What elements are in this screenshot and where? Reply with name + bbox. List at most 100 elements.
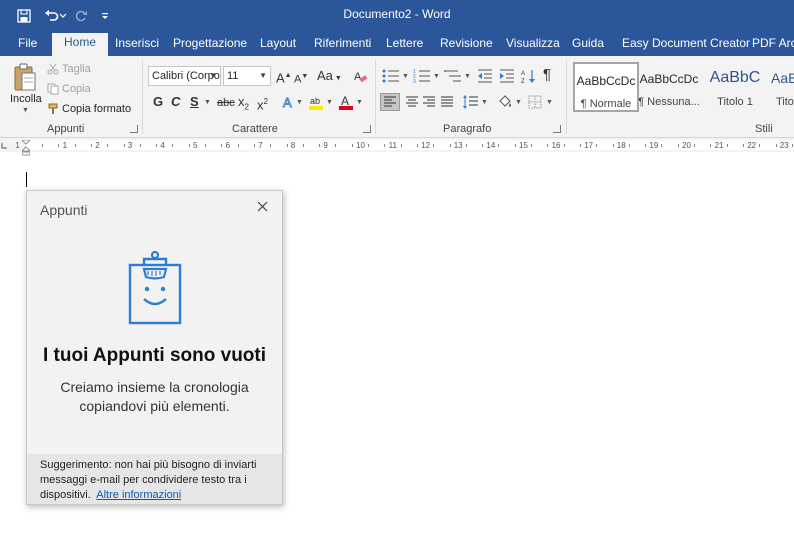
ruler-tick bbox=[74, 144, 76, 147]
style-no-spacing[interactable]: AaBbCcDc ¶ Nessuna... bbox=[636, 62, 702, 112]
tab-pdf-architect[interactable]: PDF Arch bbox=[752, 35, 794, 56]
style-normal[interactable]: AaBbCcDc ¶ Normale bbox=[573, 62, 639, 112]
font-name-combo[interactable]: Calibri (Corpo ▼ bbox=[148, 66, 221, 86]
tab-lettere[interactable]: Lettere bbox=[386, 35, 423, 56]
paste-icon[interactable] bbox=[10, 62, 40, 94]
ruler-tick bbox=[400, 144, 402, 147]
learn-more-link[interactable]: Altre informazioni bbox=[96, 489, 181, 501]
tab-selector-icon[interactable] bbox=[0, 141, 8, 149]
group-label-font: Carattere bbox=[232, 123, 278, 135]
superscript-button[interactable]: x2 bbox=[257, 94, 268, 113]
ruler-number: 6 bbox=[225, 141, 231, 150]
ruler-tick bbox=[107, 144, 109, 147]
indent-marker-icon[interactable] bbox=[21, 139, 31, 156]
cut-button[interactable]: Taglia bbox=[62, 63, 91, 75]
ruler-tick bbox=[628, 144, 630, 147]
copy-button[interactable]: Copia bbox=[62, 83, 91, 95]
bullets-icon[interactable] bbox=[381, 68, 401, 84]
tab-easy-document-creator[interactable]: Easy Document Creator bbox=[622, 35, 750, 56]
empty-heading: I tuoi Appunti sono vuoti bbox=[42, 345, 267, 366]
align-left-icon[interactable] bbox=[380, 93, 400, 111]
font-size-combo[interactable]: 11 ▼ bbox=[223, 66, 271, 86]
ruler-number: 11 bbox=[388, 141, 397, 150]
shading-icon[interactable] bbox=[496, 93, 514, 111]
font-color-icon[interactable]: A bbox=[337, 93, 354, 111]
chevron-down-icon[interactable]: ▼ bbox=[515, 99, 522, 106]
highlight-icon[interactable]: ab bbox=[307, 93, 324, 111]
close-icon[interactable] bbox=[253, 197, 271, 215]
chevron-down-icon[interactable]: ▼ bbox=[546, 99, 553, 106]
tab-guida[interactable]: Guida bbox=[572, 35, 604, 56]
italic-button[interactable]: C bbox=[171, 94, 180, 110]
bold-button[interactable]: G bbox=[153, 94, 163, 110]
clipboard-pane: Appunti I tuoi Appunti sono vuoti Creiam… bbox=[26, 190, 283, 505]
underline-button[interactable]: S bbox=[190, 94, 199, 110]
ruler-tick bbox=[661, 144, 663, 147]
align-right-icon[interactable] bbox=[419, 93, 439, 111]
ruler-number: 21 bbox=[714, 141, 724, 150]
show-formatting-marks-button[interactable]: ¶ bbox=[543, 67, 551, 83]
chevron-down-icon[interactable]: ▼ bbox=[204, 99, 211, 106]
ruler-tick bbox=[645, 144, 647, 147]
paste-dropdown-icon[interactable]: ▼ bbox=[22, 107, 29, 114]
increase-indent-icon[interactable] bbox=[498, 68, 516, 84]
horizontal-ruler[interactable]: 1 1 2 3 4 5 6 7 8 9 10 11 12 13 14 15 16 17 18 19 20 21 22 23 bbox=[0, 138, 794, 152]
chevron-down-icon[interactable]: ▼ bbox=[356, 99, 363, 106]
ruler-tick bbox=[726, 144, 728, 147]
grow-font-button[interactable]: A▲ bbox=[276, 68, 292, 86]
ruler-tick bbox=[42, 144, 43, 147]
ruler-number: 12 bbox=[421, 141, 431, 150]
tab-file[interactable]: File bbox=[18, 35, 37, 56]
chevron-down-icon[interactable]: ▼ bbox=[402, 73, 409, 80]
style-sample: AaBbCcDc bbox=[639, 72, 699, 86]
font-launcher-icon[interactable] bbox=[363, 125, 371, 133]
numbering-icon[interactable]: 123 bbox=[412, 68, 432, 84]
change-case-button[interactable]: Aa ▼ bbox=[317, 68, 342, 87]
line-spacing-icon[interactable] bbox=[461, 93, 481, 111]
ruler-tick bbox=[579, 144, 581, 147]
strikethrough-button[interactable]: abc bbox=[217, 95, 235, 111]
style-sample: AaBbC bbox=[709, 69, 761, 86]
style-heading-2[interactable]: AaBbC Tito bbox=[768, 62, 794, 112]
style-sample: AaBbC bbox=[771, 70, 794, 86]
ruler-tick bbox=[531, 144, 532, 147]
clipboard-launcher-icon[interactable] bbox=[130, 125, 138, 133]
paste-button[interactable]: Incolla bbox=[10, 93, 42, 105]
ruler-tick bbox=[465, 144, 467, 147]
chevron-down-icon[interactable]: ▼ bbox=[296, 99, 303, 106]
ruler-number: 13 bbox=[453, 141, 463, 150]
clear-formatting-icon[interactable]: A bbox=[352, 68, 368, 84]
tab-home[interactable]: Home bbox=[52, 33, 109, 56]
ruler-tick bbox=[482, 144, 484, 147]
shrink-font-button[interactable]: A▼ bbox=[294, 69, 308, 88]
chevron-down-icon[interactable]: ▼ bbox=[326, 99, 333, 106]
subscript-button[interactable]: x2 bbox=[238, 94, 249, 116]
borders-icon[interactable] bbox=[526, 93, 544, 111]
tab-visualizza[interactable]: Visualizza bbox=[506, 35, 560, 56]
tab-inserisci[interactable]: Inserisci bbox=[115, 35, 159, 56]
paragraph-launcher-icon[interactable] bbox=[553, 125, 561, 133]
ruler-number: 16 bbox=[551, 141, 561, 150]
chevron-down-icon: ▼ bbox=[209, 71, 217, 80]
chevron-down-icon[interactable]: ▼ bbox=[464, 73, 471, 80]
svg-text:3: 3 bbox=[413, 79, 416, 83]
chevron-down-icon: ▼ bbox=[259, 71, 267, 80]
chevron-down-icon[interactable]: ▼ bbox=[433, 73, 440, 80]
ribbon-tabs: File Home Inserisci Progettazione Layout… bbox=[0, 31, 794, 56]
justify-icon[interactable] bbox=[437, 93, 457, 111]
chevron-down-icon[interactable]: ▼ bbox=[481, 99, 488, 106]
tab-revisione[interactable]: Revisione bbox=[440, 35, 493, 56]
sort-icon[interactable]: AZ bbox=[520, 68, 538, 84]
decrease-indent-icon[interactable] bbox=[476, 68, 494, 84]
ruler-tick bbox=[563, 144, 565, 147]
ruler-tick bbox=[791, 144, 793, 147]
tab-progettazione[interactable]: Progettazione bbox=[173, 35, 247, 56]
multilevel-list-icon[interactable] bbox=[443, 68, 463, 84]
style-name: Tito bbox=[776, 96, 794, 108]
format-painter-button[interactable]: Copia formato bbox=[62, 103, 131, 115]
tab-riferimenti[interactable]: Riferimenti bbox=[314, 35, 371, 56]
text-effects-icon[interactable]: A bbox=[280, 94, 296, 110]
tab-layout[interactable]: Layout bbox=[260, 35, 296, 56]
empty-clipboard-icon bbox=[127, 250, 183, 325]
style-heading-1[interactable]: AaBbC Titolo 1 bbox=[702, 62, 768, 112]
